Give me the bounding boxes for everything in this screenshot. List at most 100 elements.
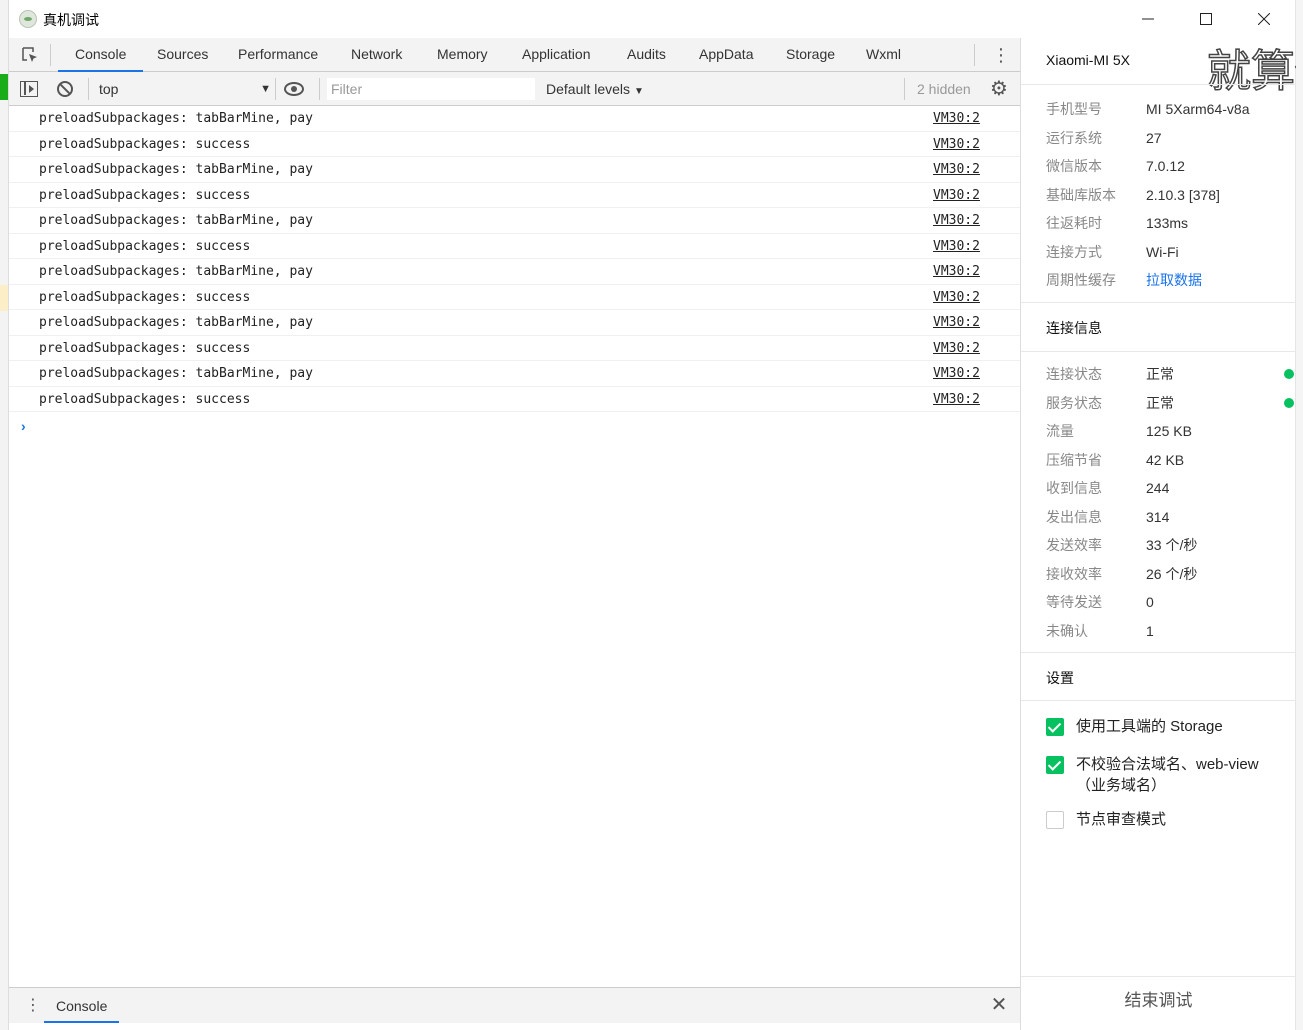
settings-option-label: 使用工具端的 Storage: [1076, 718, 1223, 735]
divider: [88, 78, 89, 100]
connection-info-row: 收到信息 244: [1046, 478, 1296, 498]
connection-info-row: 流量 125 KB: [1046, 421, 1296, 441]
tab-performance[interactable]: Performance: [236, 38, 320, 71]
info-value: MI 5Xarm64-v8a: [1146, 101, 1250, 117]
close-drawer-icon[interactable]: ✕: [989, 994, 1009, 1016]
info-key: 微信版本: [1046, 158, 1102, 174]
log-source-link[interactable]: VM30:2: [933, 162, 980, 177]
info-key: 运行系统: [1046, 129, 1102, 146]
log-levels-select[interactable]: Default levels ▼: [546, 77, 644, 101]
info-value: 26 个/秒: [1146, 565, 1198, 582]
minimize-icon: [1142, 18, 1154, 20]
background-strip: [0, 285, 8, 311]
log-message: preloadSubpackages: tabBarMine, pay: [39, 315, 313, 330]
info-key: 接收效率: [1046, 565, 1102, 582]
console-log: preloadSubpackages: tabBarMine, pay VM30:…: [9, 106, 1020, 986]
checkbox-unchecked[interactable]: [1046, 811, 1064, 829]
console-toolbar: top ▼ Default levels▼ 2 hidden ⚙: [9, 72, 1020, 106]
log-row: preloadSubpackages: tabBarMine, pay VM30:…: [9, 259, 1020, 285]
tab-sources[interactable]: Sources: [155, 38, 210, 71]
info-key: 手机型号: [1046, 101, 1102, 117]
log-source-link[interactable]: VM30:2: [933, 264, 980, 279]
end-debug-button[interactable]: 结束调试: [1021, 976, 1296, 1024]
tab-application[interactable]: Application: [520, 38, 593, 71]
divider: [275, 78, 276, 100]
settings-option-label: 不校验合法域名、web-view（业务域名）: [1076, 756, 1259, 794]
info-value: 125 KB: [1146, 423, 1192, 439]
connection-info-row: 发出信息 314: [1046, 507, 1296, 527]
drawer-tab-console[interactable]: Console: [44, 988, 120, 1023]
live-expression-eye-icon[interactable]: [284, 82, 304, 96]
log-row: preloadSubpackages: tabBarMine, pay VM30:…: [9, 157, 1020, 183]
info-key: 基础库版本: [1046, 186, 1116, 203]
drawer-menu-icon[interactable]: ⋮: [25, 996, 41, 1016]
inspect-element-icon[interactable]: [21, 46, 39, 64]
tab-audits[interactable]: Audits: [625, 38, 668, 71]
info-value: 27: [1146, 129, 1162, 146]
log-row: preloadSubpackages: success VM30:2: [9, 387, 1020, 412]
settings-option-label: 节点审查模式: [1076, 811, 1167, 828]
filter-input[interactable]: [327, 78, 535, 100]
log-row: preloadSubpackages: tabBarMine, pay VM30:…: [9, 208, 1020, 234]
tab-console[interactable]: Console: [57, 38, 144, 72]
close-window-button[interactable]: [1235, 0, 1293, 38]
info-value: 314: [1146, 508, 1170, 525]
settings-option[interactable]: 不校验合法域名、web-view（业务域名）: [1046, 754, 1276, 796]
settings-option[interactable]: 使用工具端的 Storage: [1046, 716, 1276, 737]
settings-section-title: 设置: [1046, 670, 1074, 686]
tab-appdata[interactable]: AppData: [697, 38, 755, 71]
log-row: preloadSubpackages: success VM30:2: [9, 183, 1020, 208]
log-row: preloadSubpackages: tabBarMine, pay VM30:…: [9, 106, 1020, 132]
log-source-link[interactable]: VM30:2: [933, 239, 980, 254]
divider: [1021, 84, 1296, 85]
log-source-link[interactable]: VM30:2: [933, 366, 980, 381]
divider: [319, 78, 320, 100]
info-value: 244: [1146, 480, 1170, 496]
log-message: preloadSubpackages: tabBarMine, pay: [39, 213, 313, 228]
info-value: 42 KB: [1146, 451, 1185, 468]
log-source-link[interactable]: VM30:2: [933, 392, 980, 407]
log-row: preloadSubpackages: success VM30:2: [9, 234, 1020, 259]
clear-console-icon[interactable]: [57, 81, 73, 97]
tab-wxml[interactable]: Wxml: [864, 38, 903, 71]
log-row: preloadSubpackages: success VM30:2: [9, 336, 1020, 361]
checkbox-checked[interactable]: [1046, 756, 1064, 774]
divider: [1021, 652, 1296, 653]
divider: [974, 44, 975, 66]
console-drawer: ⋮ Console ✕: [9, 987, 1020, 1023]
background-window-edge: [0, 0, 9, 1030]
log-source-link[interactable]: VM30:2: [933, 315, 980, 330]
info-key: 流量: [1046, 423, 1074, 439]
info-value: 1: [1146, 622, 1154, 639]
tab-network[interactable]: Network: [349, 38, 404, 71]
info-key: 等待发送: [1046, 594, 1102, 610]
divider: [1021, 302, 1296, 303]
info-key: 压缩节省: [1046, 451, 1102, 468]
log-source-link[interactable]: VM30:2: [933, 290, 980, 305]
status-ok-dot-icon: [1284, 397, 1294, 408]
tab-storage[interactable]: Storage: [784, 38, 837, 71]
maximize-button[interactable]: [1177, 0, 1235, 38]
console-prompt-chevron-icon[interactable]: ›: [21, 418, 26, 434]
tab-memory[interactable]: Memory: [435, 38, 490, 71]
more-options-icon[interactable]: ⋮: [992, 44, 1010, 66]
info-key: 周期性缓存: [1046, 272, 1116, 288]
settings-option[interactable]: 节点审查模式: [1046, 809, 1276, 830]
log-source-link[interactable]: VM30:2: [933, 188, 980, 203]
log-source-link[interactable]: VM30:2: [933, 137, 980, 152]
gear-icon[interactable]: ⚙: [989, 79, 1009, 99]
context-select[interactable]: top ▼: [97, 77, 275, 101]
maximize-icon: [1200, 13, 1212, 25]
show-sidebar-icon[interactable]: [20, 81, 38, 97]
info-value: 0: [1146, 594, 1154, 610]
log-row: preloadSubpackages: success VM30:2: [9, 285, 1020, 310]
info-value: 33 个/秒: [1146, 537, 1198, 553]
log-source-link[interactable]: VM30:2: [933, 341, 980, 356]
pull-data-link[interactable]: 拉取数据: [1146, 270, 1202, 290]
minimize-button[interactable]: [1119, 0, 1177, 38]
log-message: preloadSubpackages: success: [39, 136, 251, 152]
connection-info-row: 未确认 1: [1046, 621, 1296, 641]
checkbox-checked[interactable]: [1046, 718, 1064, 736]
log-source-link[interactable]: VM30:2: [933, 111, 980, 126]
log-source-link[interactable]: VM30:2: [933, 213, 980, 228]
